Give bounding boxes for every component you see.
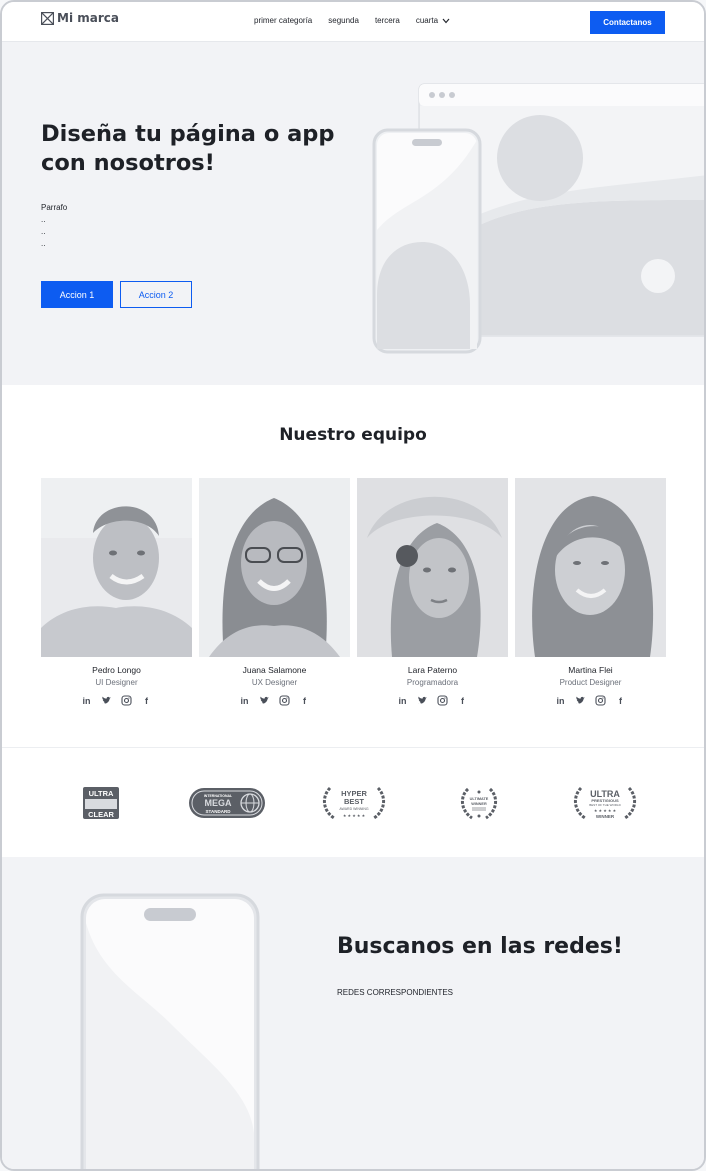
linkedin-icon[interactable]: in [81, 695, 92, 706]
award-logo-ultra-clear: ULTRA CLEAR [83, 787, 119, 819]
team-member-card: Juana Salamone UX Designer in f [199, 478, 350, 706]
award-logo-ultimate-winner: ULTIMATE WINNER [461, 787, 497, 820]
image-placeholder-icon [41, 11, 54, 25]
instagram-icon[interactable] [595, 695, 606, 706]
award-line: BEST OF THE WORLD [589, 803, 621, 807]
award-line: ULTIMATE [470, 797, 489, 801]
facebook-icon[interactable]: f [457, 695, 468, 706]
award-line: MEGA [205, 798, 233, 808]
hero-title: Diseña tu página o app con nosotros! [41, 121, 335, 176]
twitter-icon[interactable] [575, 695, 586, 706]
hero-paragraph: Parrafo .. .. .. [41, 203, 68, 248]
team-title: Nuestro equipo [279, 425, 427, 445]
instagram-icon[interactable] [279, 695, 290, 706]
member-name: Martina Flei [568, 665, 613, 675]
nav-item-segunda[interactable]: segunda [328, 16, 359, 25]
member-role: Product Designer [559, 678, 622, 687]
team-section: Nuestro equipo Pedro Longo UI Designer i… [2, 385, 704, 747]
team-member-card: Lara Paterno Programadora in f [357, 478, 508, 706]
contact-button[interactable]: Contactanos [590, 11, 665, 34]
instagram-icon[interactable] [437, 695, 448, 706]
brand-name: Mi marca [57, 11, 119, 25]
social-links: in f [357, 695, 508, 706]
member-photo [515, 478, 666, 657]
social-subtitle: REDES CORRESPONDIENTES [337, 988, 454, 997]
brand-logo[interactable]: Mi marca [41, 11, 119, 25]
team-member-card: Martina Flei Product Designer in f [515, 478, 666, 706]
award-line: WINNER [596, 814, 615, 819]
award-stars: ★ ★ ★ ★ ★ [343, 813, 366, 818]
twitter-icon[interactable] [417, 695, 428, 706]
member-name: Lara Paterno [407, 665, 458, 675]
member-role: UX Designer [251, 678, 298, 687]
award-logos-strip: ULTRA CLEAR INTERNATIONAL MEGA STANDARD … [2, 747, 704, 857]
instagram-icon[interactable] [121, 695, 132, 706]
award-logo-hyper-best: HYPER BEST AWARD WINNING ★ ★ ★ ★ ★ [323, 786, 385, 820]
nav-item-cuarta[interactable]: cuarta [416, 16, 450, 25]
chevron-down-icon [442, 18, 450, 23]
linkedin-icon[interactable]: in [555, 695, 566, 706]
award-line: CLEAR [88, 810, 114, 819]
linkedin-icon[interactable]: in [397, 695, 408, 706]
award-line: ULTRA [89, 789, 114, 798]
award-line: WINNER [471, 802, 487, 806]
team-member-card: Pedro Longo UI Designer in f [41, 478, 192, 706]
linkedin-icon[interactable]: in [239, 695, 250, 706]
action-2-button[interactable]: Accion 2 [120, 281, 192, 308]
social-links: in f [199, 695, 350, 706]
social-links: in f [41, 695, 192, 706]
facebook-icon[interactable]: f [141, 695, 152, 706]
phone-mockup [372, 128, 482, 354]
facebook-icon[interactable]: f [615, 695, 626, 706]
phone-mockup [80, 893, 260, 1169]
nav-item-tercera[interactable]: tercera [375, 16, 400, 25]
social-section: Buscanos en las redes! REDES CORRESPONDI… [2, 857, 704, 1169]
twitter-icon[interactable] [259, 695, 270, 706]
page-frame: Mi marca primer categoría segunda tercer… [0, 0, 706, 1171]
member-photo [41, 478, 192, 657]
nav-item-primer-categoria[interactable]: primer categoría [254, 16, 312, 25]
social-links: in f [515, 695, 666, 706]
member-role: UI Designer [95, 678, 138, 687]
hero-section: Diseña tu página o app con nosotros! Par… [2, 42, 704, 385]
award-line: BEST [344, 797, 364, 806]
member-name: Pedro Longo [92, 665, 141, 675]
member-photo [199, 478, 350, 657]
main-nav: primer categoría segunda tercera cuarta [254, 16, 450, 25]
award-logo-mega-standard: INTERNATIONAL MEGA STANDARD [189, 788, 265, 818]
member-name: Juana Salamone [242, 665, 307, 675]
member-role: Programadora [406, 678, 459, 687]
facebook-icon[interactable]: f [299, 695, 310, 706]
award-stars: ★ ★ ★ ★ ★ [594, 808, 617, 813]
award-line: STANDARD [206, 809, 232, 814]
social-title: Buscanos en las redes! [337, 934, 623, 959]
award-line: AWARD WINNING [339, 807, 369, 811]
award-logo-ultra-prestigious: ULTRA PRESTIGIOUS BEST OF THE WORLD ★ ★ … [574, 786, 636, 820]
action-1-button[interactable]: Accion 1 [41, 281, 113, 308]
site-header: Mi marca primer categoría segunda tercer… [2, 2, 704, 42]
member-photo [357, 478, 508, 657]
nav-item-cuarta-label: cuarta [415, 16, 439, 25]
hero-illustration [372, 83, 704, 354]
twitter-icon[interactable] [101, 695, 112, 706]
